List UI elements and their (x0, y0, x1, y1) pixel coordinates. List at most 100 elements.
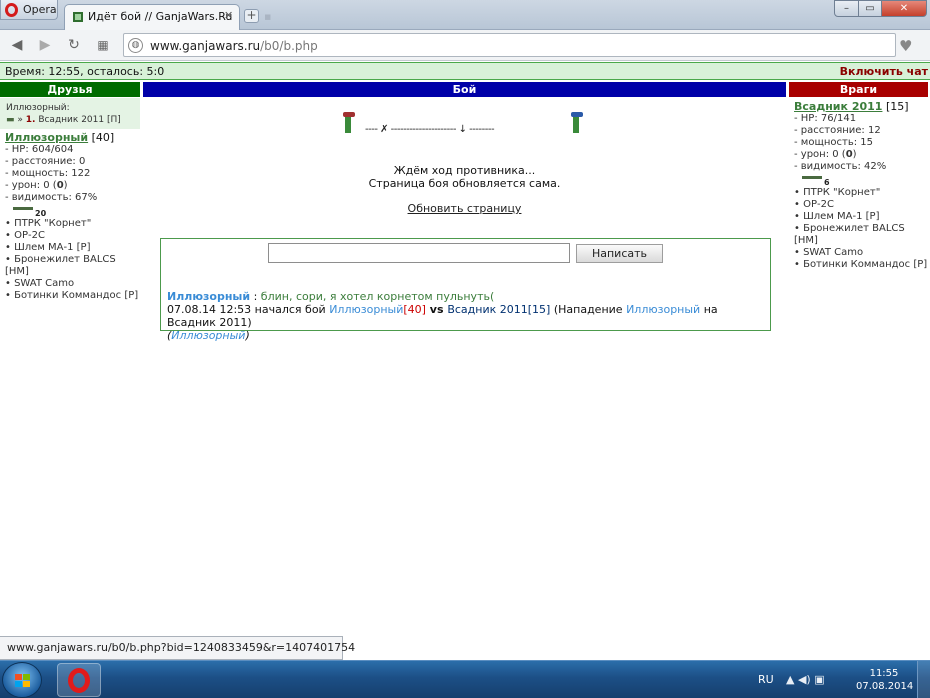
friend-item[interactable]: • Шлем МА-1 [Р] (5, 242, 140, 254)
friend-item[interactable]: • ОР-2С (5, 230, 140, 242)
friend-visibility: - видимость: 67% (5, 192, 98, 203)
enemy-item[interactable]: • Ботинки Коммандос [Р] (794, 259, 928, 271)
waiting-message: Ждём ход противника... Страница боя обно… (143, 164, 786, 190)
clock-date: 07.08.2014 (856, 681, 914, 692)
enemy-distance: - расстояние: 12 (794, 125, 881, 136)
friend-player-name[interactable]: Иллюзорный (5, 131, 88, 144)
tab-close-icon[interactable]: ✕ (224, 9, 233, 22)
opera-menu-button[interactable]: Opera (0, 0, 58, 20)
log-attack-prefix: (Нападение (550, 303, 627, 316)
game-page: Время: 12:55, осталось: 5:0 Включить чат… (0, 62, 930, 636)
message-author[interactable]: Иллюзорный (167, 290, 250, 303)
start-button[interactable] (2, 662, 42, 698)
address-path: /b0/b.php (260, 39, 318, 53)
log-attack-player[interactable]: Иллюзорный (626, 303, 700, 316)
target-number: 1. (25, 115, 36, 125)
chat-message: Иллюзорный : блин, сори, я хотел корнето… (167, 290, 767, 303)
friend-gun-badge: 20 (35, 209, 47, 218)
new-tab-button[interactable]: + (244, 9, 259, 23)
friends-panel: Иллюзорный: ▬ » 1. Всадник 2011 [П] Иллю… (0, 98, 140, 302)
enemy-hp: - HP: 76/141 (794, 113, 857, 124)
clock-time: 11:55 (869, 668, 899, 679)
target-name: Всадник 2011 [П] (38, 115, 121, 125)
maximize-button[interactable]: ▭ (858, 0, 882, 17)
forward-button[interactable]: ▶ (36, 36, 54, 54)
friend-unit-icon (343, 112, 355, 134)
friend-hp: - HP: 604/604 (5, 144, 74, 155)
enemy-item[interactable]: • Бронежилет BALCS [НМ] (794, 223, 928, 247)
tray-language[interactable]: RU (758, 673, 774, 686)
friend-item[interactable]: • Бронежилет BALCS [НМ] (5, 254, 140, 278)
enemy-power: - мощность: 15 (794, 137, 874, 148)
tray-clock[interactable]: 11:55 07.08.2014 (856, 667, 914, 693)
battle-timer: Время: 12:55, осталось: 5:0 (5, 65, 165, 78)
reload-button[interactable]: ↻ (65, 36, 83, 54)
battle-log: Иллюзорный : блин, сори, я хотел корнето… (167, 290, 767, 342)
tab-title: Идёт бой // GanjaWars.Ru (88, 10, 233, 23)
battle-chat-box: Написать Иллюзорный : блин, сори, я хоте… (160, 238, 771, 342)
friend-item[interactable]: • ПТРК "Корнет" (5, 218, 140, 230)
enemy-player-name[interactable]: Всадник 2011 (794, 100, 882, 113)
log-player2[interactable]: Всадник 2011 (447, 303, 527, 316)
enemy-damage-prefix: - урон: 0 ( (794, 149, 846, 160)
chat-message-input[interactable] (268, 243, 570, 263)
battle-header: Бой (143, 82, 786, 97)
address-bar[interactable]: ◍ www.ganjawars.ru/b0/b.php (123, 33, 896, 57)
log-player2-level: [15] (527, 303, 551, 316)
friend-item[interactable]: • Ботинки Коммандос [Р] (5, 290, 140, 302)
enable-chat-link[interactable]: Включить чат (840, 65, 928, 78)
enemy-gun-icon: 6 (802, 173, 832, 187)
enemy-item[interactable]: • ПТРК "Корнет" (794, 187, 928, 199)
friend-item[interactable]: • SWAT Camo (5, 278, 140, 290)
stash-heart-icon[interactable]: ♥ (899, 37, 912, 55)
target-row[interactable]: ▬ » 1. Всадник 2011 [П] (6, 114, 134, 126)
message-text: блин, сори, я хотел корнетом пульнуть( (260, 290, 495, 303)
opera-logo-icon (5, 3, 18, 17)
browser-tabbar: Opera Идёт бой // GanjaWars.Ru ✕ + ▪ – ▭… (0, 0, 930, 30)
window-controls: – ▭ ✕ (834, 0, 930, 17)
enemy-damage: - урон: 0 (0) (794, 149, 928, 161)
enemy-item[interactable]: • SWAT Camo (794, 247, 928, 259)
minimize-button[interactable]: – (834, 0, 859, 17)
close-window-button[interactable]: ✕ (881, 0, 927, 17)
enemies-header: Враги (789, 82, 928, 97)
weapon-icon: ▬ (6, 115, 15, 125)
friend-damage-suffix: ) (63, 180, 68, 191)
background-tab-ghost: ▪ (264, 10, 272, 23)
back-button[interactable]: ◀ (8, 36, 26, 54)
enemy-item[interactable]: • ОР-2С (794, 199, 928, 211)
tray-arrow-icon[interactable]: ▲ (786, 673, 794, 686)
log-line: 07.08.14 12:53 начался бой Иллюзорный[40… (167, 303, 767, 329)
address-url: www.ganjawars.ru/b0/b.php (150, 39, 318, 53)
show-desktop-button[interactable] (917, 661, 930, 698)
tray-icons: ▲ ◀) ▣ (786, 673, 825, 686)
log-vs: vs (425, 303, 448, 316)
log-last-player[interactable]: Иллюзорный (171, 329, 245, 342)
refresh-page-link[interactable]: Обновить страницу (143, 202, 786, 215)
battlefield: ---- ✗ --------------------- ↓ -------- (343, 110, 593, 140)
taskbar-opera-icon[interactable] (57, 663, 101, 697)
friends-header: Друзья (0, 82, 140, 97)
waiting-line-1: Ждём ход противника... (393, 164, 536, 177)
browser-toolbar: ◀ ▶ ↻ ▦ ◍ www.ganjawars.ru/b0/b.php ♥ (0, 30, 930, 61)
friend-distance: - расстояние: 0 (5, 156, 86, 167)
speed-dial-icon[interactable]: ▦ (94, 36, 112, 54)
globe-icon: ◍ (128, 38, 143, 53)
friend-power: - мощность: 122 (5, 168, 91, 179)
log-last-close: ) (245, 329, 250, 342)
enemy-damage-suffix: ) (852, 149, 857, 160)
log-player1-level: [40] (403, 303, 426, 316)
log-player1[interactable]: Иллюзорный (329, 303, 403, 316)
enemy-unit-icon (571, 112, 583, 134)
friend-player-level: [40] (91, 131, 115, 144)
enemy-item[interactable]: • Шлем МА-1 [Р] (794, 211, 928, 223)
friend-gun-icon: 20 (13, 204, 46, 218)
volume-icon[interactable]: ◀) (798, 673, 811, 686)
send-message-button[interactable]: Написать (576, 244, 663, 263)
tab-active[interactable]: Идёт бой // GanjaWars.Ru ✕ (64, 4, 240, 30)
network-icon[interactable]: ▣ (814, 673, 824, 686)
enemy-player-level: [15] (885, 100, 909, 113)
opera-menu-label: Opera (23, 3, 57, 16)
battle-panel: ---- ✗ --------------------- ↓ -------- … (143, 98, 786, 258)
battle-topbar: Время: 12:55, осталось: 5:0 Включить чат (0, 62, 930, 80)
